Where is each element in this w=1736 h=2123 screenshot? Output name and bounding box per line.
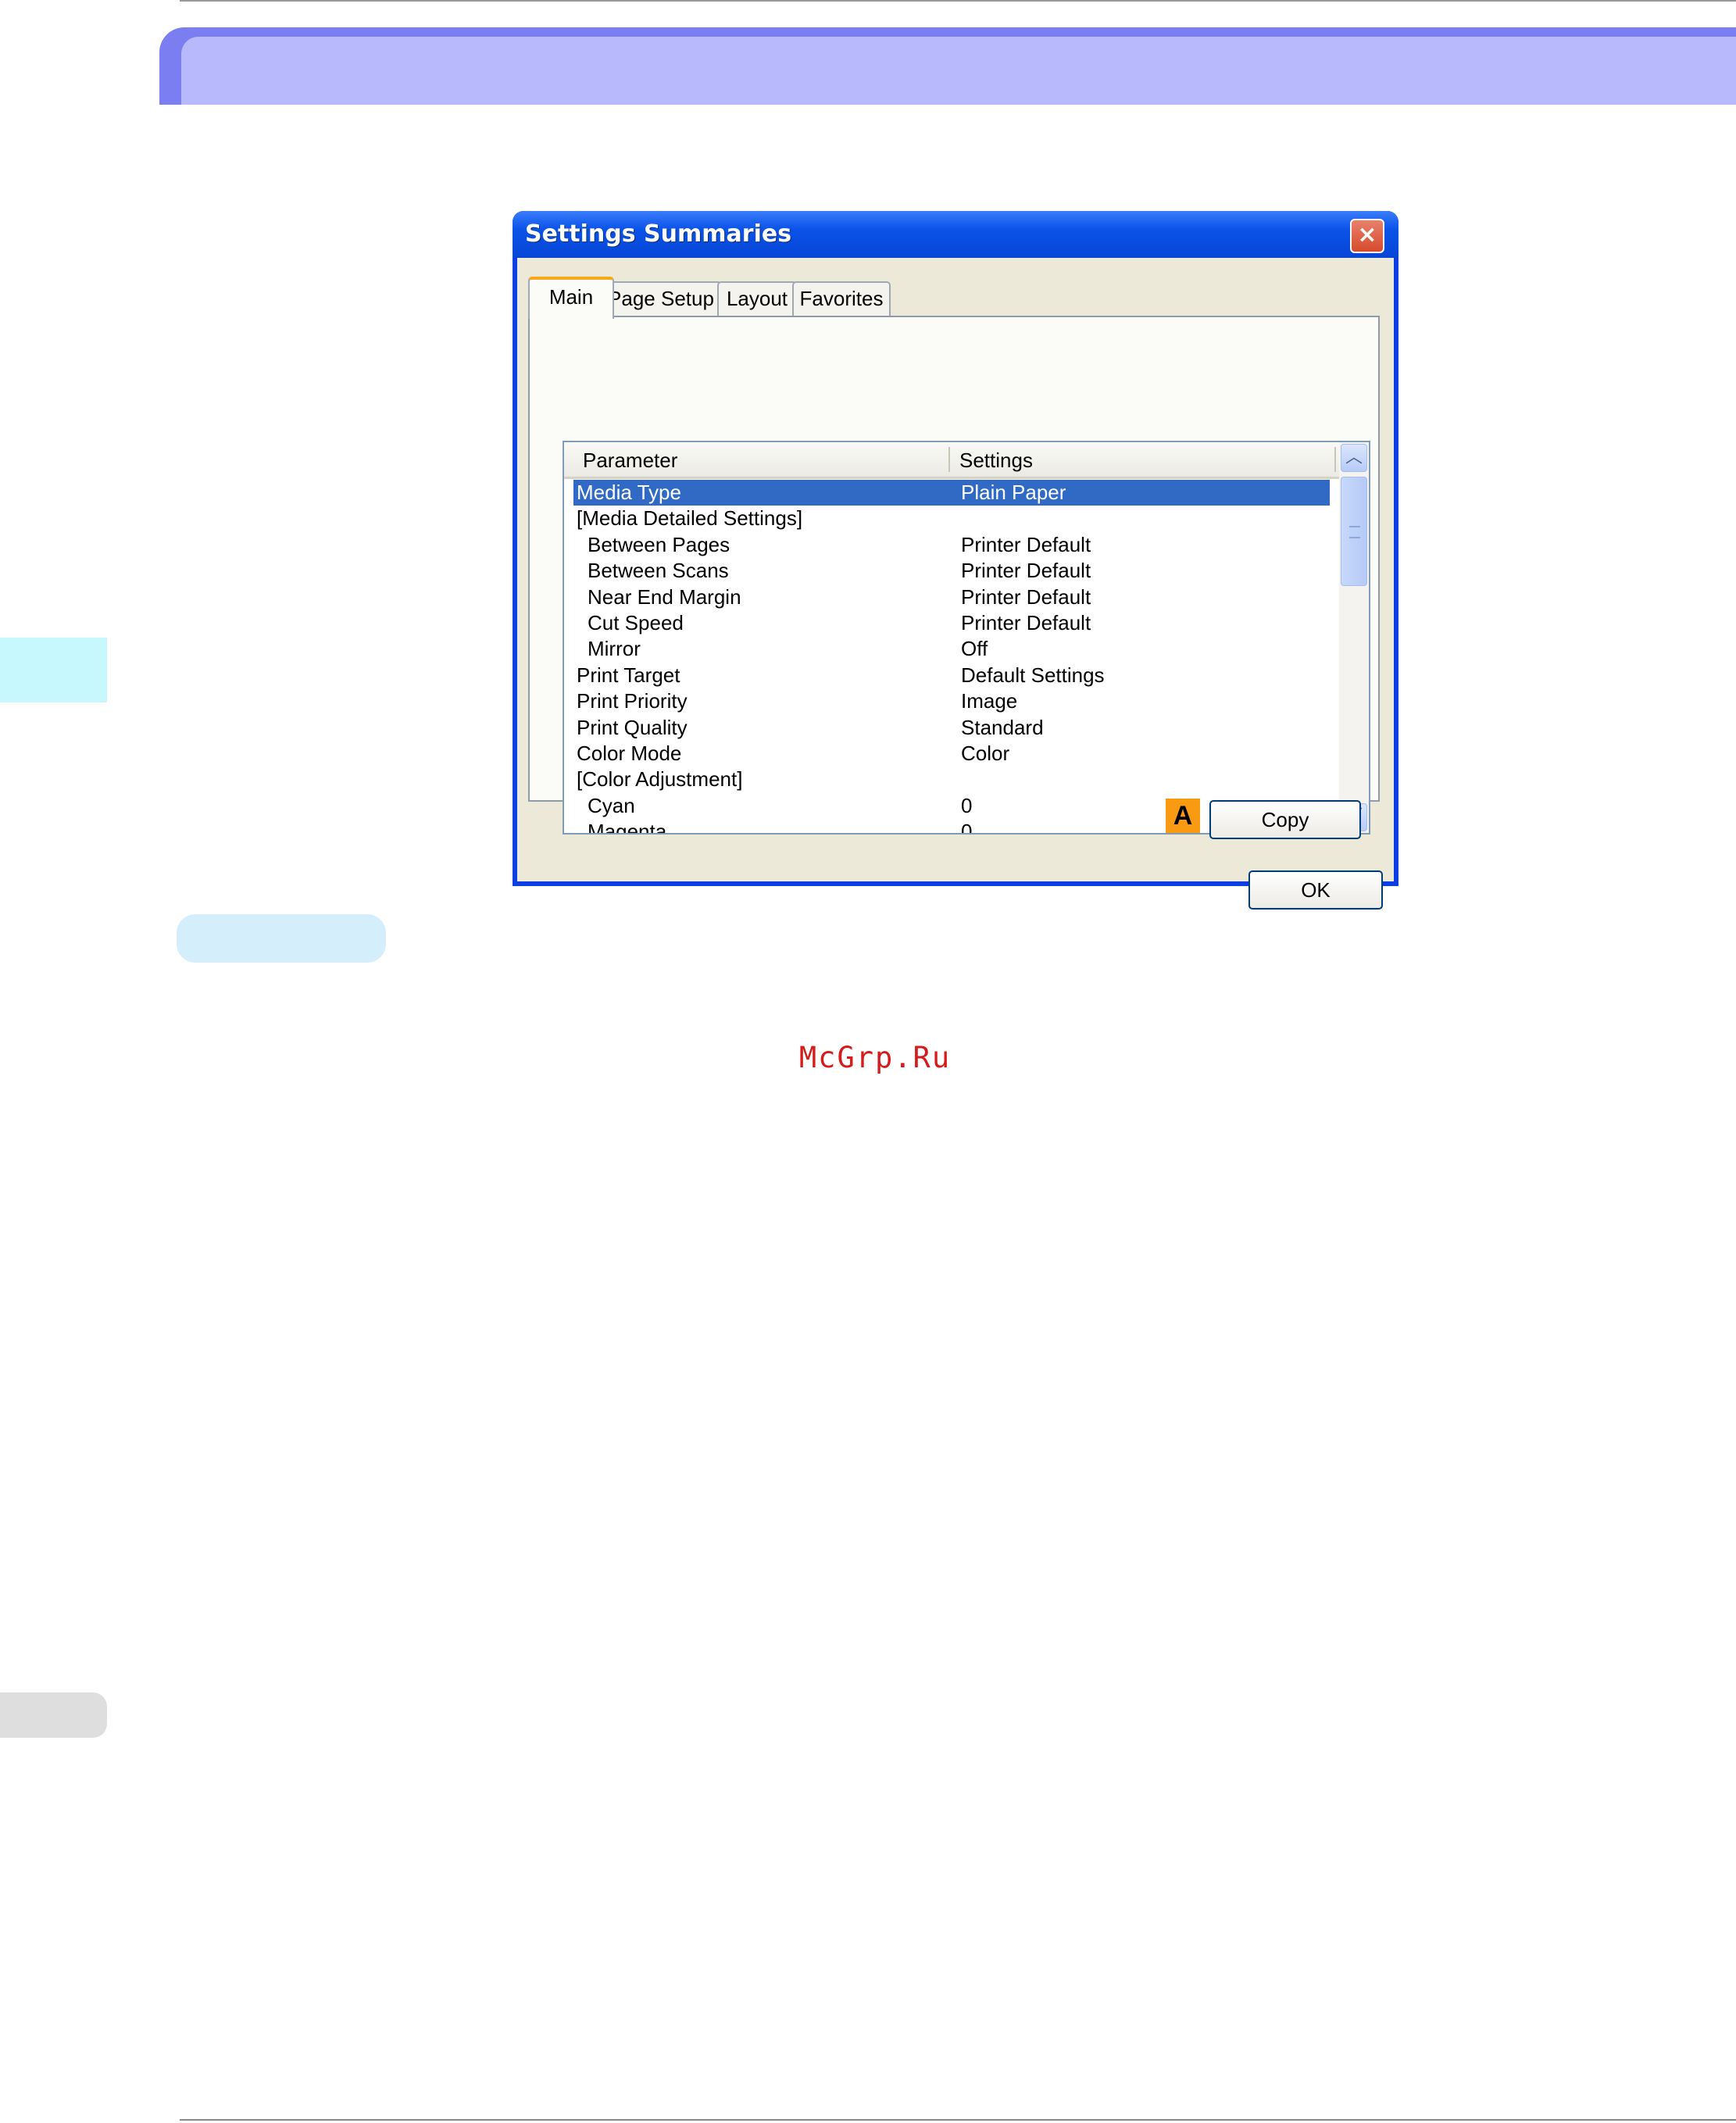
dialog-titlebar: Settings Summaries ×	[513, 211, 1398, 258]
row-setting-value: Image	[961, 689, 1018, 713]
column-header-parameter[interactable]: Parameter	[583, 449, 677, 473]
table-row[interactable]: Color Mode Color	[564, 741, 1339, 767]
row-setting-value: 0	[961, 793, 973, 817]
section-header-bar	[159, 27, 1736, 105]
ok-button[interactable]: OK	[1248, 870, 1383, 910]
row-parameter: Magenta	[588, 820, 667, 835]
row-parameter: Color Mode	[577, 741, 682, 765]
row-parameter: [Media Detailed Settings]	[577, 506, 803, 531]
copy-button[interactable]: Copy	[1209, 800, 1361, 839]
table-row[interactable]: Between Scans Printer Default	[564, 558, 1339, 584]
tab-layout[interactable]: Layout	[717, 281, 797, 316]
row-setting-value: Printer Default	[961, 532, 1091, 556]
row-parameter: Between Scans	[588, 559, 729, 583]
tab-panel-main: Parameter Settings Media Type Plain Paper…	[528, 316, 1380, 835]
scroll-thumb[interactable]	[1341, 477, 1367, 586]
row-parameter: Near End Margin	[588, 584, 741, 609]
tab-page-setup[interactable]: Page Setup	[600, 281, 722, 316]
close-icon: ×	[1357, 221, 1377, 248]
close-button[interactable]: ×	[1350, 219, 1384, 253]
table-row[interactable]: [Media Detailed Settings]	[564, 506, 1339, 531]
dialog-title: Settings Summaries	[525, 220, 792, 248]
row-setting-value: Color	[961, 741, 1010, 765]
table-row[interactable]: Print Priority Image	[564, 688, 1339, 714]
table-row[interactable]: Near End Margin Printer Default	[564, 584, 1339, 610]
table-row[interactable]: Print Quality Standard	[564, 715, 1339, 741]
top-rule	[180, 0, 1736, 2]
row-setting-value: Plain Paper	[961, 481, 1066, 504]
row-setting-value: Off	[961, 637, 988, 661]
row-setting-value: 0	[961, 820, 973, 835]
row-parameter: Print Priority	[577, 689, 688, 713]
table-row[interactable]: Media Type Plain Paper	[564, 480, 1339, 506]
settings-summaries-dialog: Settings Summaries × Main Page Setup Layou…	[513, 211, 1398, 910]
chapter-side-tab	[0, 638, 107, 702]
row-parameter: Mirror	[588, 637, 641, 661]
row-setting-value: Standard	[961, 715, 1044, 739]
tab-favorites[interactable]: Favorites	[792, 281, 891, 316]
row-parameter: Cut Speed	[588, 610, 684, 634]
chevron-up-icon: ︿	[1345, 448, 1363, 467]
callout-marker-a: A	[1166, 799, 1200, 833]
scroll-up-button[interactable]: ︿	[1341, 444, 1367, 472]
note-label-pill	[177, 914, 386, 963]
table-row[interactable]: Mirror Off	[564, 636, 1339, 662]
row-parameter: Print Target	[577, 663, 680, 687]
dialog-client-area: Main Page Setup Layout Favorites Parameter …	[517, 258, 1394, 910]
tab-main[interactable]: Main	[528, 277, 614, 319]
table-row[interactable]: Between Pages Printer Default	[564, 532, 1339, 558]
column-header-settings[interactable]: Settings	[959, 449, 1033, 473]
list-header: Parameter Settings	[564, 442, 1339, 479]
row-parameter: Media Type	[577, 481, 681, 504]
row-setting-value: Printer Default	[961, 610, 1091, 634]
row-parameter: Cyan	[588, 793, 635, 817]
table-row[interactable]: Print Target Default Settings	[564, 663, 1339, 688]
table-row[interactable]: [Color Adjustment]	[564, 767, 1339, 792]
row-parameter: [Color Adjustment]	[577, 767, 743, 792]
row-setting-value: Printer Default	[961, 559, 1091, 583]
row-setting-value: Default Settings	[961, 663, 1105, 687]
list-rows: Media Type Plain Paper [Media Detailed Set…	[564, 480, 1339, 835]
vertical-scrollbar[interactable]: ︿ ﹀	[1339, 442, 1369, 833]
watermark: McGrp.Ru	[798, 1041, 952, 1074]
bottom-rule	[180, 2119, 1736, 2121]
table-row[interactable]: Cut Speed Printer Default	[564, 610, 1339, 636]
row-parameter: Print Quality	[577, 715, 688, 739]
row-setting-value: Printer Default	[961, 584, 1091, 609]
page-side-tab	[0, 1692, 107, 1738]
settings-list[interactable]: Parameter Settings Media Type Plain Paper…	[563, 441, 1370, 835]
row-parameter: Between Pages	[588, 532, 730, 556]
